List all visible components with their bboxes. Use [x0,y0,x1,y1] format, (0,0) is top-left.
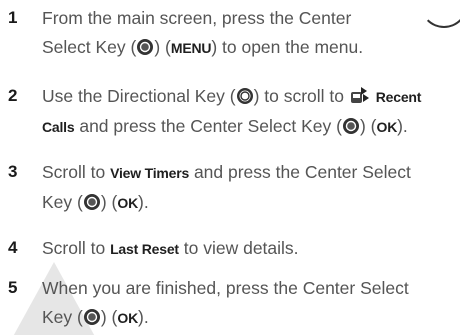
step-line: From the main screen, press the Center [42,4,460,33]
step-number: 4 [8,238,18,257]
center-select-key-icon [137,39,154,55]
text-run: ). [138,192,149,212]
text-run: ) to scroll to [253,86,349,106]
text-run: and press the Center Select [189,162,411,182]
text-run: ) to open the menu. [211,37,364,57]
text-run: Select Key ( [42,37,137,57]
step-line: Key ( ) (OK). [42,303,460,333]
text-run: ). [397,116,408,136]
text-run: Key ( [42,192,83,212]
step-number: 2 [8,86,18,105]
menu-keyword: MENU [170,40,212,56]
step-text: From the main screen, press the Center S… [42,4,460,63]
recent-keyword: Recent [375,89,422,105]
calls-keyword: Calls [42,119,75,135]
text-run: to view details. [178,238,299,258]
step-number: 1 [8,8,18,27]
step-line: Calls and press the Center Select Key ()… [42,112,460,142]
step-line: Scroll to Last Reset to view details. [42,234,460,264]
text-run: Use the Directional Key ( [42,86,236,106]
text-run: Scroll to [42,238,111,258]
step-text: Use the Directional Key () to scroll to … [42,82,460,142]
ok-keyword: OK [376,119,398,135]
text-run: ). [138,307,149,327]
step-number: 5 [8,278,18,297]
step-text: Scroll to Last Reset to view details. [42,234,460,264]
center-select-key-icon [83,309,100,325]
step-text: When you are finished, press the Center … [42,274,460,333]
text-run: When you are finished, press the Center … [42,278,409,298]
center-select-key-icon [83,194,100,210]
step-number: 3 [8,162,18,181]
last-reset-keyword: Last Reset [110,241,179,257]
text-run: From the main screen, press the Center [42,8,352,28]
step-line: Key ( ) (OK). [42,188,460,218]
text-run: ) ( [100,307,118,327]
step-line: Select Key ( ) (MENU) to open the menu. [42,33,460,63]
center-select-key-icon [342,118,359,134]
step-text: Scroll to View Timers and press the Cent… [42,158,460,218]
step-line: Use the Directional Key () to scroll to … [42,82,460,112]
text-run: ) ( [359,116,377,136]
ok-keyword: OK [117,195,138,211]
text-run: ) ( [154,37,171,57]
text-run: ) ( [100,192,118,212]
view-timers-keyword: View Timers [110,165,190,181]
ok-keyword: OK [117,310,138,326]
directional-key-icon [236,88,253,104]
text-run: and press the Center Select Key ( [74,116,342,136]
text-run: Key ( [42,307,83,327]
step-line: Scroll to View Timers and press the Cent… [42,158,460,188]
document-page: { "steps": [ { "number": "1", "line1": "… [0,0,460,335]
step-line: When you are finished, press the Center … [42,274,460,303]
text-run: Scroll to [42,162,111,182]
recent-calls-icon [350,87,369,103]
